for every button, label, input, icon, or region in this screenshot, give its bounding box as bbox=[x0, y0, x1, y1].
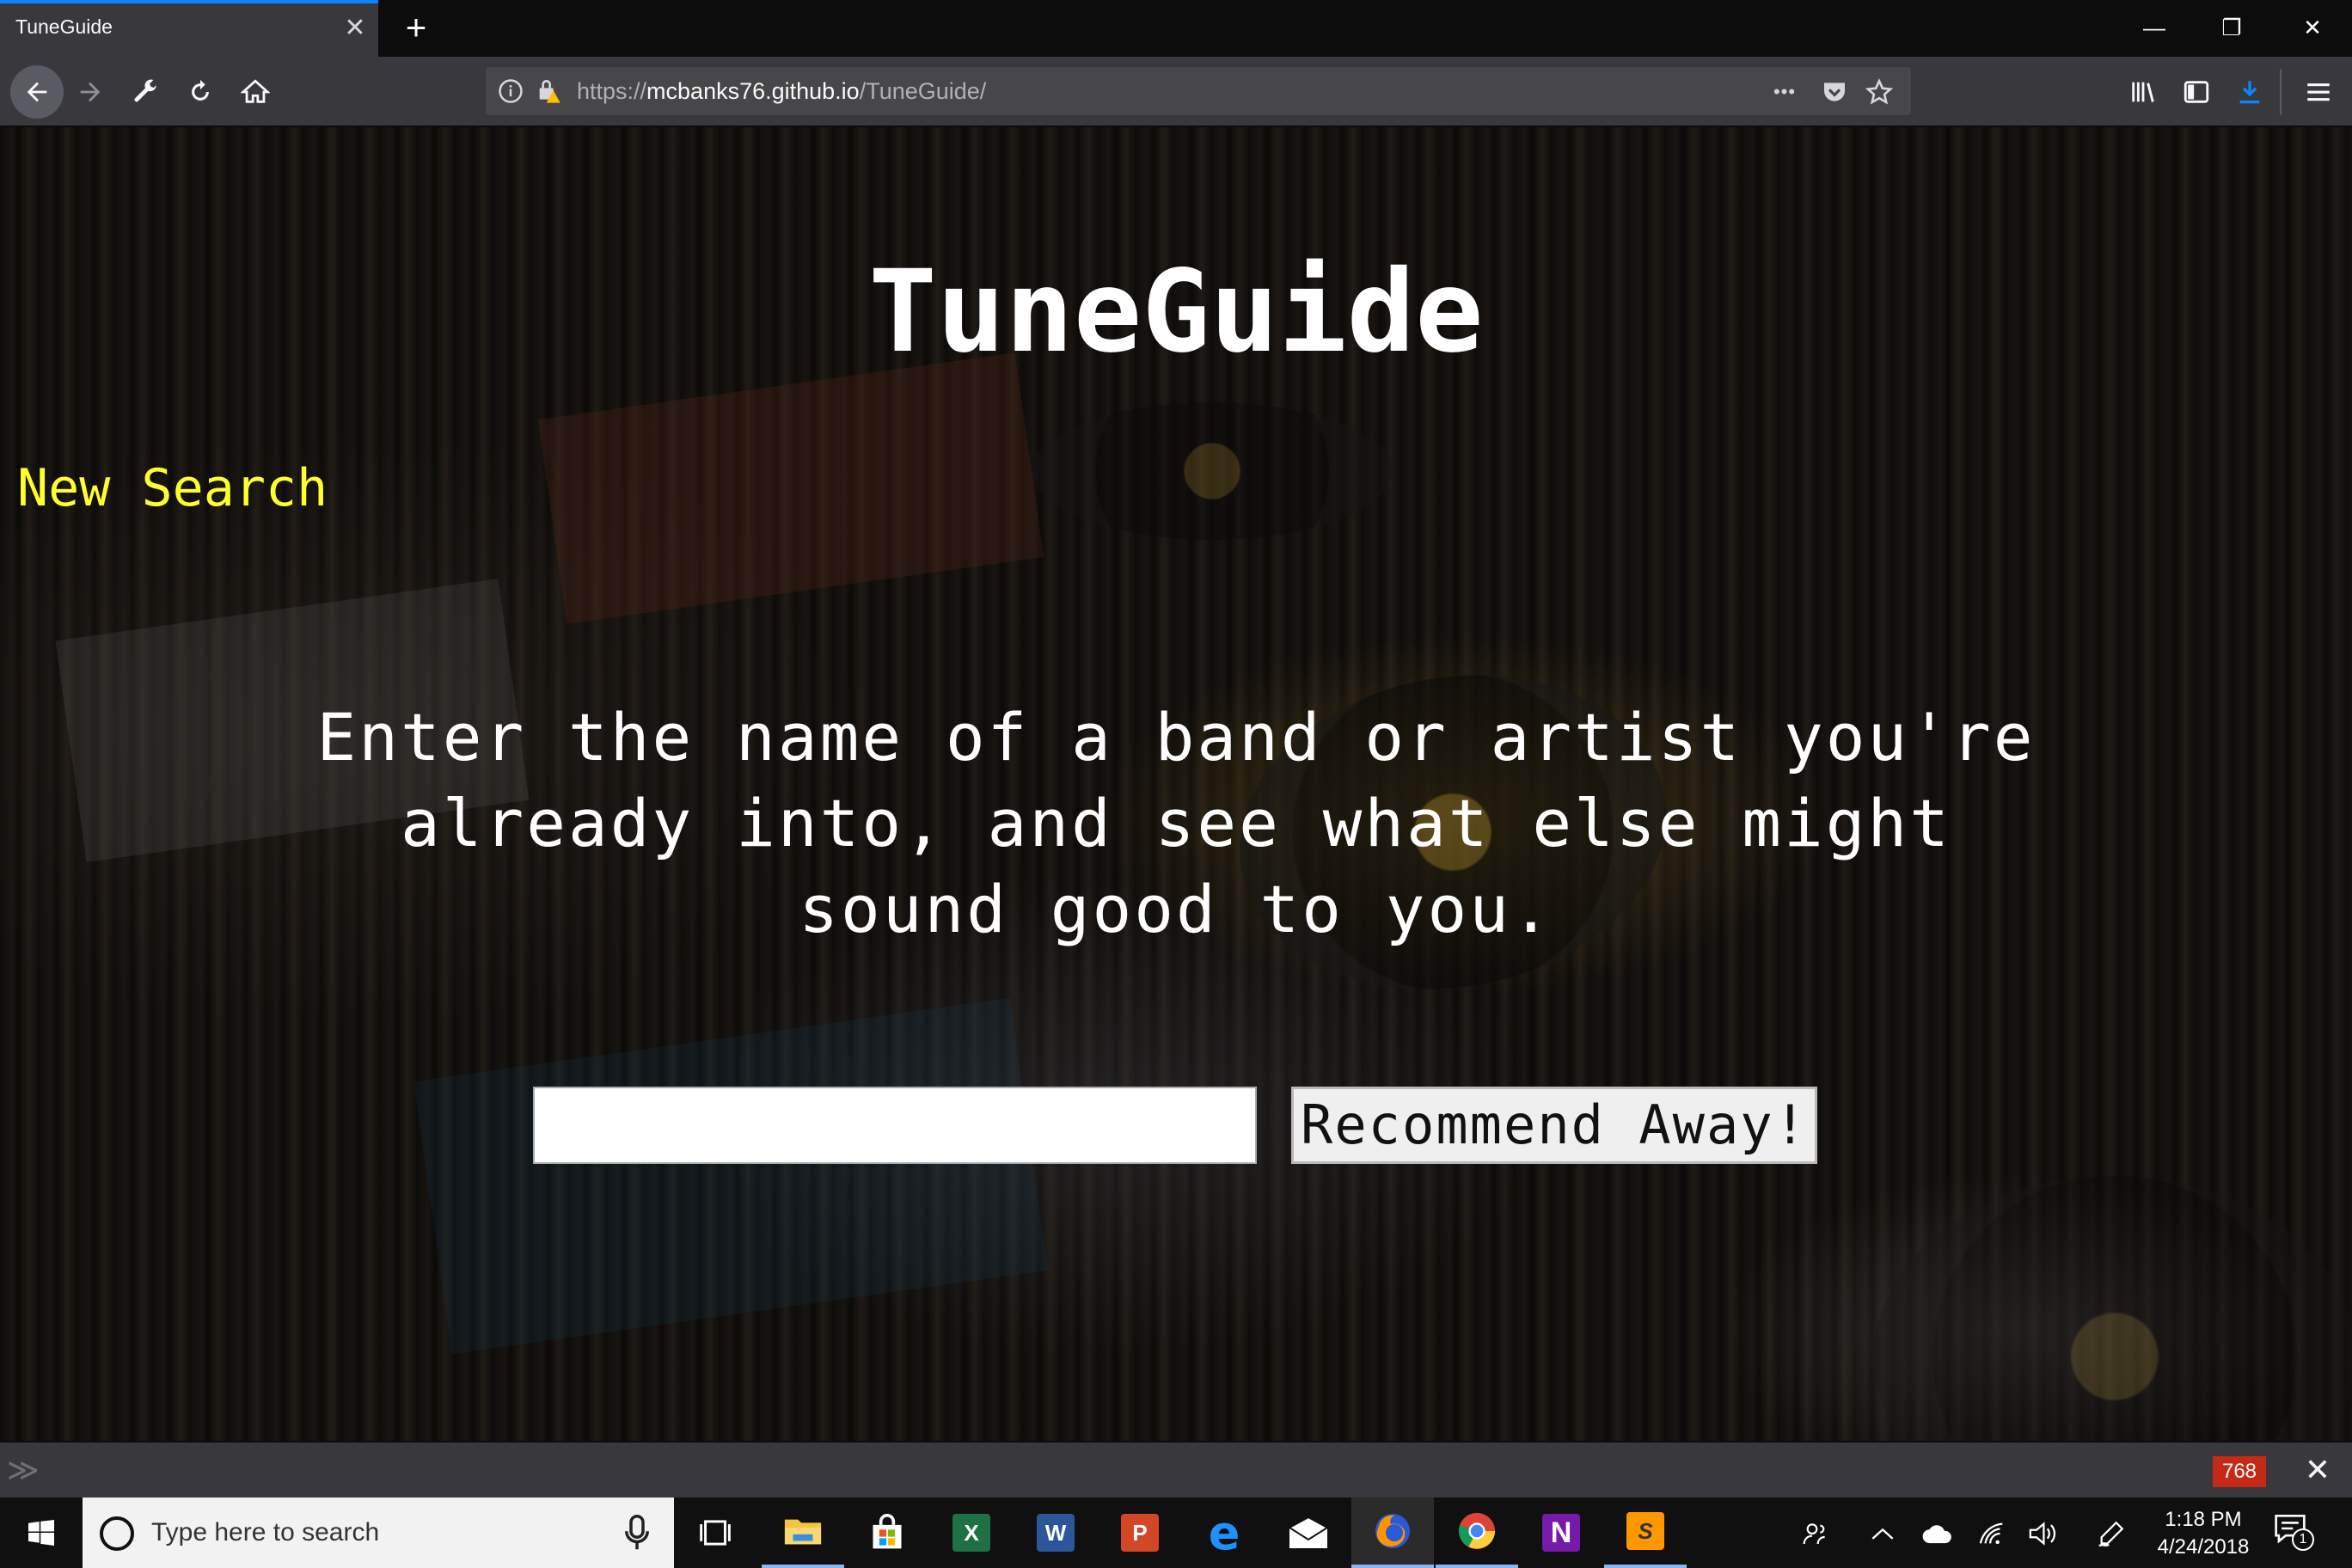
taskbar-app-firefox[interactable] bbox=[1351, 1498, 1434, 1568]
tab-close-icon[interactable]: ✕ bbox=[340, 14, 370, 43]
forward-icon bbox=[80, 82, 101, 102]
page-actions-icon[interactable]: ••• bbox=[1770, 77, 1799, 107]
folder-icon bbox=[784, 1519, 822, 1545]
taskbar-app-edge[interactable]: e bbox=[1183, 1498, 1265, 1568]
download-icon bbox=[2239, 81, 2260, 104]
back-button[interactable] bbox=[10, 65, 64, 119]
devbar-close-icon[interactable]: ✕ bbox=[2300, 1451, 2335, 1489]
background-sleeve bbox=[413, 997, 1048, 1355]
back-icon bbox=[27, 82, 47, 102]
page-viewport: TuneGuide New Search Enter the name of a… bbox=[0, 127, 2352, 1441]
minimize-button[interactable]: — bbox=[2127, 9, 2182, 46]
url-text[interactable]: https://mcbanks76.github.io/TuneGuide/ bbox=[577, 78, 986, 105]
windows-logo-icon bbox=[28, 1520, 54, 1546]
menu-icon bbox=[2307, 83, 2330, 101]
task-view-button[interactable] bbox=[674, 1498, 756, 1568]
page-title: TuneGuide bbox=[868, 246, 1484, 378]
new-search-link[interactable]: New Search bbox=[17, 456, 328, 521]
sublime-icon: S bbox=[1626, 1512, 1664, 1550]
chrome-icon bbox=[1458, 1512, 1496, 1550]
taskbar-app-mail[interactable] bbox=[1267, 1498, 1350, 1568]
clock-time: 1:18 PM bbox=[2165, 1508, 2242, 1531]
pen-workspace-icon[interactable] bbox=[2094, 1516, 2128, 1551]
sidebar-button[interactable] bbox=[2173, 69, 2220, 115]
people-icon[interactable] bbox=[1798, 1516, 1833, 1551]
browser-tab-strip: TuneGuide ✕ + — ❐ ✕ bbox=[0, 0, 2352, 57]
microphone-icon[interactable] bbox=[624, 1515, 650, 1551]
taskbar-app-chrome[interactable] bbox=[1436, 1498, 1518, 1568]
taskbar-search-box[interactable]: Type here to search bbox=[83, 1498, 674, 1568]
new-tab-button[interactable]: + bbox=[397, 9, 435, 46]
excel-icon: X bbox=[952, 1514, 990, 1552]
wrench-icon bbox=[134, 79, 156, 102]
taskbar-search-placeholder: Type here to search bbox=[151, 1518, 380, 1547]
sidebar-icon bbox=[2184, 81, 2209, 103]
taskbar-app-onenote[interactable]: N bbox=[1520, 1498, 1602, 1568]
onenote-icon: N bbox=[1542, 1514, 1580, 1552]
forward-button[interactable] bbox=[67, 69, 113, 115]
browser-tab-active[interactable]: TuneGuide ✕ bbox=[0, 0, 378, 57]
store-icon bbox=[873, 1514, 902, 1549]
url-bar[interactable]: https://mcbanks76.github.io/TuneGuide/ •… bbox=[486, 67, 1911, 115]
url-host: mcbanks76.github.io bbox=[646, 78, 860, 104]
word-icon: W bbox=[1037, 1514, 1075, 1552]
clock-date: 4/24/2018 bbox=[2157, 1535, 2250, 1559]
library-icon bbox=[2132, 82, 2154, 102]
bookmark-star-icon bbox=[1865, 78, 1893, 105]
bookmark-button[interactable] bbox=[1865, 77, 1894, 107]
task-view-icon bbox=[700, 1520, 731, 1546]
firefox-icon bbox=[1375, 1514, 1410, 1548]
mail-icon bbox=[1288, 1517, 1329, 1548]
url-prefix: https:// bbox=[577, 78, 647, 104]
system-clock[interactable]: 1:18 PM 4/24/2018 bbox=[2139, 1506, 2268, 1561]
artist-search-input[interactable] bbox=[533, 1087, 1257, 1164]
taskbar-app-word[interactable]: W bbox=[1014, 1498, 1097, 1568]
taskbar-app-store[interactable] bbox=[846, 1498, 928, 1568]
onedrive-cloud-icon[interactable] bbox=[1920, 1516, 1955, 1551]
background-sleeve bbox=[538, 352, 1044, 624]
background-record bbox=[1032, 402, 1393, 540]
background-record bbox=[1874, 1176, 2352, 1441]
wifi-icon[interactable] bbox=[1975, 1516, 2010, 1551]
library-button[interactable] bbox=[2120, 69, 2166, 115]
developer-toolbar: ≫ 768 ✕ bbox=[0, 1441, 2352, 1498]
devtools-wrench-button[interactable] bbox=[122, 69, 168, 115]
chevron-up-icon[interactable] bbox=[1865, 1516, 1900, 1551]
url-path: /TuneGuide/ bbox=[859, 78, 987, 104]
reload-icon bbox=[192, 79, 209, 101]
menu-button[interactable] bbox=[2295, 69, 2342, 115]
downloads-button[interactable] bbox=[2226, 69, 2273, 115]
start-button[interactable] bbox=[0, 1498, 83, 1568]
close-window-button[interactable]: ✕ bbox=[2285, 9, 2340, 46]
reload-button[interactable] bbox=[177, 69, 224, 115]
taskbar-app-sublime[interactable]: S bbox=[1604, 1498, 1687, 1568]
powerpoint-icon: P bbox=[1121, 1514, 1159, 1552]
intro-text: Enter the name of a band or artist you'r… bbox=[316, 699, 2036, 947]
volume-icon[interactable] bbox=[2025, 1516, 2060, 1551]
notification-count-badge: 1 bbox=[2292, 1528, 2314, 1551]
tab-title: TuneGuide bbox=[15, 15, 113, 38]
recommend-button[interactable]: Recommend Away! bbox=[1291, 1087, 1817, 1164]
pocket-button[interactable] bbox=[1820, 77, 1849, 107]
toolbar-divider bbox=[2280, 69, 2282, 115]
pocket-icon bbox=[1824, 83, 1845, 101]
home-button[interactable] bbox=[232, 69, 279, 115]
home-icon bbox=[241, 79, 270, 103]
taskbar-app-excel[interactable]: X bbox=[930, 1498, 1013, 1568]
edge-icon: e bbox=[1208, 1505, 1240, 1560]
action-center-button[interactable]: 1 bbox=[2273, 1513, 2319, 1554]
taskbar-app-powerpoint[interactable]: P bbox=[1099, 1498, 1181, 1568]
error-count-badge[interactable]: 768 bbox=[2213, 1456, 2266, 1487]
taskbar-app-file-explorer[interactable] bbox=[762, 1498, 844, 1568]
windows-taskbar: Type here to search X W P e N S 1:18 PM … bbox=[0, 1498, 2352, 1568]
cortana-icon bbox=[100, 1516, 134, 1551]
restore-button[interactable]: ❐ bbox=[2204, 9, 2259, 46]
command-chevron-icon[interactable]: ≫ bbox=[7, 1455, 40, 1485]
insecure-lock-icon[interactable] bbox=[534, 77, 561, 104]
browser-nav-bar: https://mcbanks76.github.io/TuneGuide/ •… bbox=[0, 57, 2352, 127]
info-icon[interactable] bbox=[498, 78, 524, 104]
